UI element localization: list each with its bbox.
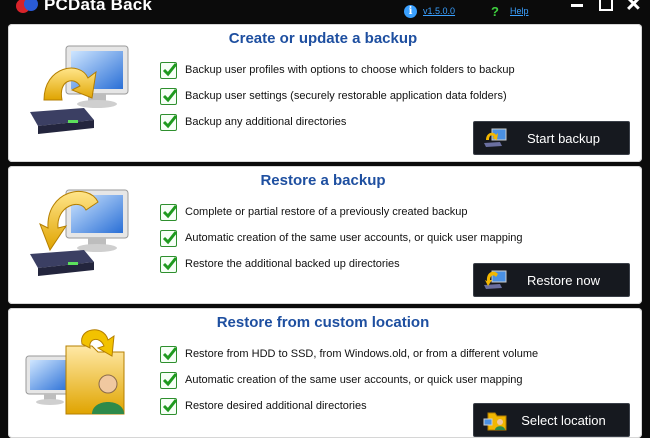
checkbox-checked-icon: [160, 345, 178, 363]
restore-now-label: Restore now: [527, 272, 600, 288]
help-icon: ?: [491, 3, 499, 19]
location-button-icon: [483, 412, 507, 431]
help-text: Help: [510, 6, 529, 16]
feature-item: Restore from HDD to SSD, from Windows.ol…: [160, 341, 538, 367]
title-bar: PCData Back i v1.5.0.0 ? Help: [0, 0, 650, 22]
close-button[interactable]: [626, 0, 640, 11]
custom-location-panel: Restore from custom location Restore fro…: [8, 308, 642, 438]
feature-text: Automatic creation of the same user acco…: [185, 232, 523, 244]
feature-item: Complete or partial restore of a previou…: [160, 199, 523, 225]
backup-section-title: Create or update a backup: [228, 30, 418, 47]
checkbox-checked-icon: [160, 87, 178, 105]
custom-location-section-title: Restore from custom location: [216, 314, 430, 331]
feature-text: Backup user profiles with options to cho…: [185, 64, 515, 76]
restore-panel: Restore a backup Complete or partial res…: [8, 166, 642, 304]
feature-item: Automatic creation of the same user acco…: [160, 367, 538, 393]
checkbox-checked-icon: [160, 61, 178, 79]
checkbox-checked-icon: [160, 255, 178, 273]
start-backup-label: Start backup: [527, 130, 600, 146]
help-link[interactable]: ? Help: [490, 3, 529, 19]
checkbox-checked-icon: [160, 113, 178, 131]
window-controls: [570, 0, 640, 11]
feature-item: Backup any additional directories: [160, 109, 515, 135]
backup-feature-list: Backup user profiles with options to cho…: [160, 57, 515, 135]
feature-text: Restore from HDD to SSD, from Windows.ol…: [185, 348, 539, 360]
select-location-label: Select location: [521, 412, 606, 428]
feature-text: Complete or partial restore of a previou…: [185, 206, 468, 218]
checkbox-checked-icon: [160, 397, 178, 415]
feature-text: Restore desired additional directories: [185, 400, 367, 412]
feature-text: Restore the additional backed up directo…: [185, 258, 400, 270]
feature-item: Automatic creation of the same user acco…: [160, 225, 523, 251]
version-link[interactable]: i v1.5.0.0: [404, 4, 455, 18]
feature-item: Backup user settings (securely restorabl…: [160, 83, 515, 109]
restore-now-button[interactable]: Restore now: [473, 263, 630, 297]
restore-section-title: Restore a backup: [260, 172, 386, 189]
app-logo-icon: [16, 0, 38, 13]
feature-text: Backup any additional directories: [185, 116, 347, 128]
version-text: v1.5.0.0: [423, 6, 456, 16]
checkbox-checked-icon: [160, 203, 178, 221]
feature-text: Automatic creation of the same user acco…: [185, 374, 523, 386]
select-location-button[interactable]: Select location: [473, 403, 630, 437]
checkbox-checked-icon: [160, 229, 178, 247]
maximize-button[interactable]: [598, 0, 613, 11]
computer-restore-illustration: [30, 189, 129, 276]
backup-panel: Create or update a backup Backup user pr…: [8, 24, 642, 162]
computer-backup-illustration: [30, 45, 129, 134]
minimize-button[interactable]: [570, 0, 584, 11]
feature-text: Backup user settings (securely restorabl…: [185, 90, 507, 102]
backup-button-icon: [484, 128, 507, 147]
folder-user-illustration: [25, 329, 125, 415]
checkbox-checked-icon: [160, 371, 178, 389]
feature-item: Restore the additional backed up directo…: [160, 251, 523, 277]
info-icon: i: [404, 4, 417, 18]
app-title: PCData Back: [44, 0, 153, 14]
feature-item: Backup user profiles with options to cho…: [160, 57, 515, 83]
restore-button-icon: [484, 270, 507, 289]
restore-feature-list: Complete or partial restore of a previou…: [160, 199, 523, 277]
start-backup-button[interactable]: Start backup: [473, 121, 630, 155]
